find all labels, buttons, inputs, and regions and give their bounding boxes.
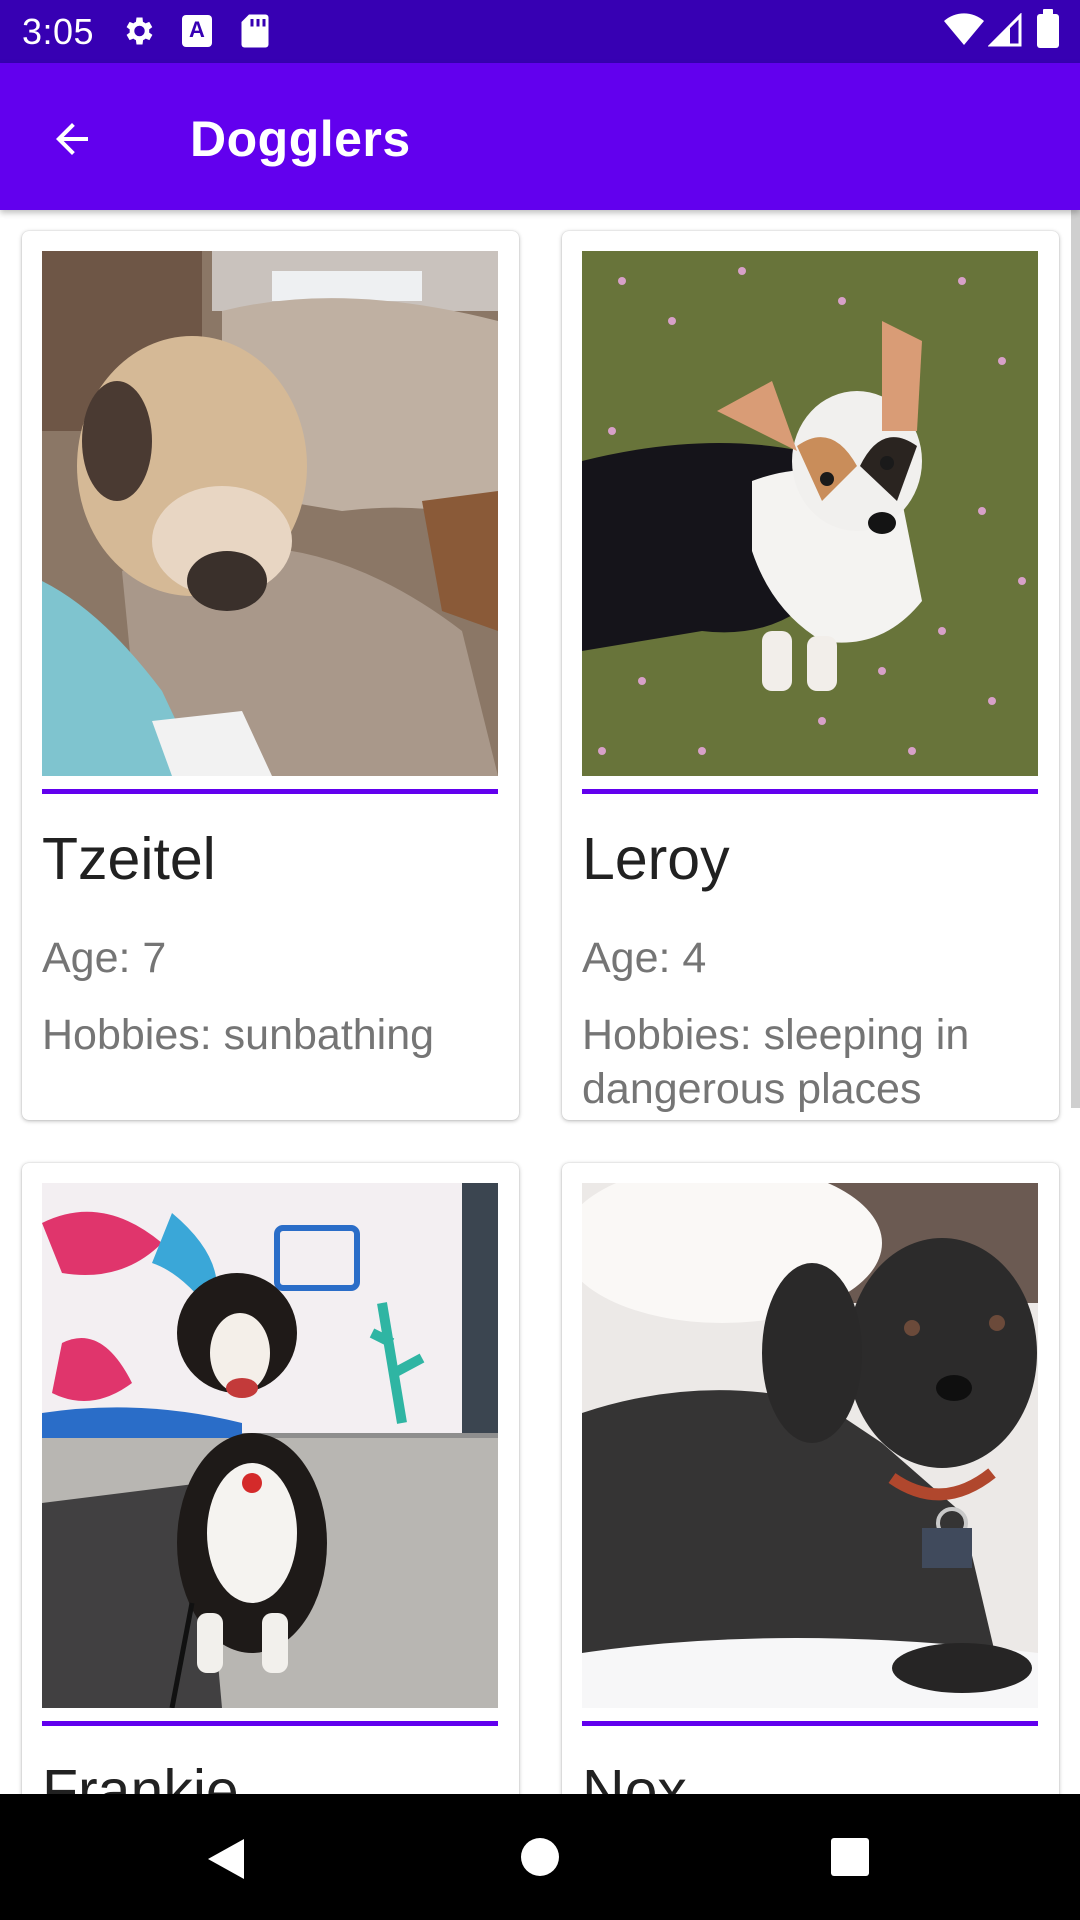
dog-hobbies: Hobbies: sleeping in dangerous places xyxy=(582,1011,970,1113)
dog-name: Tzeitel xyxy=(42,826,216,892)
navigation-bar xyxy=(0,1794,1080,1920)
sd-card-icon xyxy=(240,13,270,54)
page-title: Dogglers xyxy=(190,111,411,167)
cell-signal-icon xyxy=(987,12,1022,52)
arrow-back-icon xyxy=(56,123,88,155)
gear-icon xyxy=(120,13,156,54)
divider xyxy=(42,1721,498,1726)
scrollbar[interactable] xyxy=(1071,210,1080,1108)
divider xyxy=(42,789,498,794)
wifi-icon xyxy=(944,13,984,52)
nav-back-button[interactable] xyxy=(186,1817,266,1897)
dog-age: Age: 7 xyxy=(42,934,167,982)
dog-photo xyxy=(582,1183,1038,1708)
battery-icon xyxy=(1037,9,1059,48)
dog-name: Nox xyxy=(582,1758,687,1794)
back-triangle-icon xyxy=(208,1839,244,1879)
dog-card: Nox xyxy=(562,1163,1059,1794)
dog-hobbies: Hobbies: sunbathing xyxy=(42,1011,435,1059)
nav-recents-button[interactable] xyxy=(810,1817,890,1897)
dog-photo xyxy=(582,251,1038,776)
status-bar: 3:05 A xyxy=(0,0,1080,63)
home-circle-icon xyxy=(521,1838,559,1876)
divider xyxy=(582,1721,1038,1726)
dog-age: Age: 4 xyxy=(582,934,707,982)
dog-photo xyxy=(42,1183,498,1708)
recents-square-icon xyxy=(831,1838,869,1876)
dog-card: Frankie xyxy=(22,1163,519,1794)
dog-card: Leroy Age: 4 Hobbies: sleeping in danger… xyxy=(562,231,1059,1120)
status-time: 3:05 xyxy=(22,11,95,52)
nav-home-button[interactable] xyxy=(500,1817,580,1897)
dog-name: Leroy xyxy=(582,826,730,892)
a-icon: A xyxy=(182,15,212,47)
dog-grid[interactable]: Tzeitel Age: 7 Hobbies: sunbathing Leroy… xyxy=(0,210,1080,1794)
divider xyxy=(582,789,1038,794)
app-bar: Dogglers xyxy=(0,63,1080,210)
dog-photo xyxy=(42,251,498,776)
dog-card: Tzeitel Age: 7 Hobbies: sunbathing xyxy=(22,231,519,1120)
dog-name: Frankie xyxy=(42,1758,239,1794)
back-button[interactable] xyxy=(36,103,108,175)
